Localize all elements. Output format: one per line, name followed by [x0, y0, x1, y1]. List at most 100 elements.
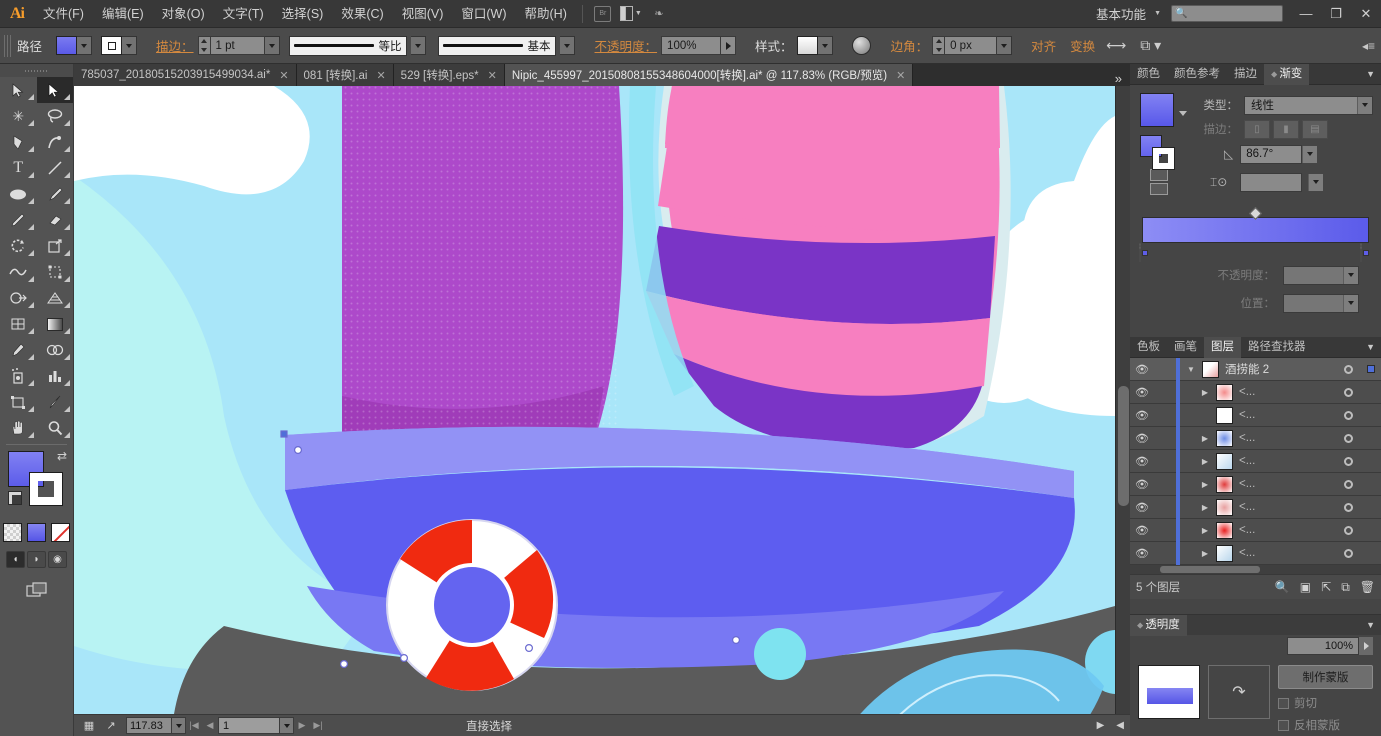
align-button[interactable]: 对齐 [1031, 36, 1056, 55]
target-indicator[interactable] [1335, 364, 1361, 374]
canvas-vertical-scrollbar[interactable] [1115, 86, 1130, 714]
visibility-icon[interactable]: 👁 [1130, 501, 1154, 514]
stroke-chevron-down-icon[interactable] [122, 36, 138, 55]
layer-name[interactable]: <... [1239, 547, 1335, 559]
brush-definition-chevron-down-icon[interactable] [559, 36, 575, 55]
stroke-profile-control[interactable]: 等比 [288, 35, 407, 56]
panel-menu-icon[interactable]: ▼ [1366, 342, 1381, 352]
angle-chevron-down-icon[interactable] [1302, 145, 1318, 163]
search-input[interactable]: 🔍 [1171, 5, 1283, 22]
stroke-within-icon[interactable]: ▯ [1244, 119, 1270, 139]
draw-behind-icon[interactable]: ◗ [27, 551, 46, 568]
gradient-angle-field[interactable]: 86.7° [1240, 144, 1303, 164]
curvature-tool[interactable] [37, 129, 74, 155]
invert-mask-checkbox[interactable] [1278, 719, 1289, 731]
close-icon[interactable]: ✕ [376, 69, 385, 82]
visibility-icon[interactable]: 👁 [1130, 455, 1154, 468]
layer-name[interactable]: <... [1239, 455, 1335, 467]
chevron-down-icon[interactable] [1343, 294, 1358, 312]
stroke-weight-chevron-down-icon[interactable] [264, 36, 280, 55]
eraser-tool[interactable] [37, 207, 74, 233]
transparency-mask-thumbnail[interactable]: ↷ [1208, 665, 1270, 719]
hand-tool[interactable] [0, 415, 37, 441]
swap-fill-stroke-icon[interactable]: ⇄ [57, 449, 67, 463]
panel-menu-icon[interactable]: ▼ [1366, 620, 1381, 630]
share-icon[interactable]: ↗ [100, 717, 122, 735]
layer-row[interactable]: 👁 ▼ 酒捞能 2 [1130, 357, 1381, 381]
gradient-opacity-field[interactable] [1283, 265, 1359, 285]
visibility-icon[interactable]: 👁 [1130, 432, 1154, 445]
tab-color[interactable]: 颜色 [1130, 64, 1167, 85]
document-tab-2[interactable]: 529 [转换].eps* ✕ [393, 64, 505, 86]
layer-name[interactable]: <... [1239, 432, 1335, 444]
expand-triangle-icon[interactable]: ▶ [1194, 388, 1216, 397]
opacity-flyout-icon[interactable] [1359, 637, 1373, 655]
create-new-sublayer-icon[interactable]: ⇱ [1321, 580, 1331, 595]
gradient-preview-swatch[interactable] [1140, 93, 1174, 127]
width-tool[interactable] [0, 259, 37, 285]
transparency-artwork-thumbnail[interactable] [1138, 665, 1200, 719]
gradient-stroke-box[interactable] [1153, 148, 1174, 169]
document-tab-1[interactable]: 081 [转换].ai ✕ [296, 64, 394, 86]
aspect-chevron-down-icon[interactable] [1308, 173, 1324, 191]
target-indicator[interactable] [1335, 387, 1361, 397]
layers-horizontal-scrollbar[interactable] [1130, 565, 1381, 574]
layer-row[interactable]: 👁 ▶ <... [1130, 472, 1381, 496]
stroke-color-control[interactable] [101, 36, 138, 55]
layer-row[interactable]: 👁 ▶ <... [1130, 541, 1381, 565]
layer-row[interactable]: 👁 ▶ <... [1130, 426, 1381, 450]
target-indicator[interactable] [1335, 456, 1361, 466]
corner-control[interactable]: 0 px [932, 36, 1013, 55]
artwork-sailboat[interactable] [74, 86, 1115, 714]
stroke-weight-stepper[interactable] [197, 36, 211, 55]
invert-mask-checkbox-row[interactable]: 反相蒙版 [1278, 717, 1373, 733]
shape-builder-tool[interactable] [0, 285, 37, 311]
rotate-tool[interactable] [0, 233, 37, 259]
stock-icon[interactable]: ❧ [648, 5, 670, 23]
transform-button[interactable]: 变换 [1070, 36, 1095, 55]
document-tab-0[interactable]: 785037_20180515203915499034.ai* ✕ [74, 64, 297, 86]
corner-field[interactable]: 0 px [945, 36, 998, 55]
menu-object[interactable]: 对象(O) [153, 0, 214, 28]
target-indicator[interactable] [1335, 410, 1361, 420]
gradient-tool[interactable] [37, 311, 74, 337]
menu-file[interactable]: 文件(F) [34, 0, 93, 28]
tab-gradient[interactable]: ⬥ 渐变 [1264, 63, 1310, 85]
previous-artboard-icon[interactable]: ◀ [202, 720, 218, 731]
menu-select[interactable]: 选择(S) [273, 0, 333, 28]
fill-chevron-down-icon[interactable] [77, 36, 93, 55]
visibility-icon[interactable]: 👁 [1130, 409, 1154, 422]
style-swatch[interactable] [796, 36, 818, 55]
clip-checkbox[interactable] [1278, 697, 1289, 709]
close-icon[interactable]: ✕ [896, 69, 905, 82]
free-transform-tool[interactable] [37, 259, 74, 285]
tab-swatches[interactable]: 色板 [1130, 337, 1167, 358]
ellipse-tool[interactable] [0, 181, 37, 207]
control-bar-menu-icon[interactable]: ◂≡ [1362, 39, 1381, 53]
tab-layers[interactable]: 图层 [1204, 336, 1241, 358]
locate-object-icon[interactable]: 🔍 [1275, 580, 1290, 595]
lasso-tool[interactable] [37, 103, 74, 129]
first-artboard-icon[interactable]: |◀ [186, 720, 202, 731]
close-icon[interactable]: ✕ [279, 69, 288, 82]
opacity-control[interactable]: 100% [661, 36, 737, 55]
corner-label[interactable]: 边角： [891, 36, 929, 55]
panel-menu-icon[interactable]: ▼ [1366, 69, 1381, 79]
document-tab-3[interactable]: Nipic_455997_20150808155348604000[转换].ai… [504, 64, 914, 86]
tools-panel-grip[interactable] [0, 64, 73, 77]
symbol-sprayer-tool[interactable] [0, 363, 37, 389]
tab-color-guide[interactable]: 颜色参考 [1167, 64, 1227, 85]
color-swatch-button[interactable] [3, 523, 22, 542]
direct-selection-tool[interactable] [36, 77, 73, 103]
layer-name[interactable]: 酒捞能 2 [1225, 361, 1335, 377]
fill-swatch[interactable] [56, 36, 78, 55]
opacity-flyout-icon[interactable] [721, 36, 737, 55]
isolate-icon[interactable]: ⟷ [1099, 37, 1133, 54]
workspace-chevron-down-icon[interactable]: ▼ [1154, 10, 1161, 17]
menu-type[interactable]: 文字(T) [214, 0, 273, 28]
layer-name[interactable]: <... [1239, 478, 1335, 490]
perspective-grid-tool[interactable] [37, 285, 74, 311]
canvas-vertical-scrollbar-thumb[interactable] [1118, 386, 1129, 506]
close-icon[interactable]: ✕ [488, 69, 497, 82]
tab-pathfinder[interactable]: 路径查找器 [1241, 337, 1313, 358]
